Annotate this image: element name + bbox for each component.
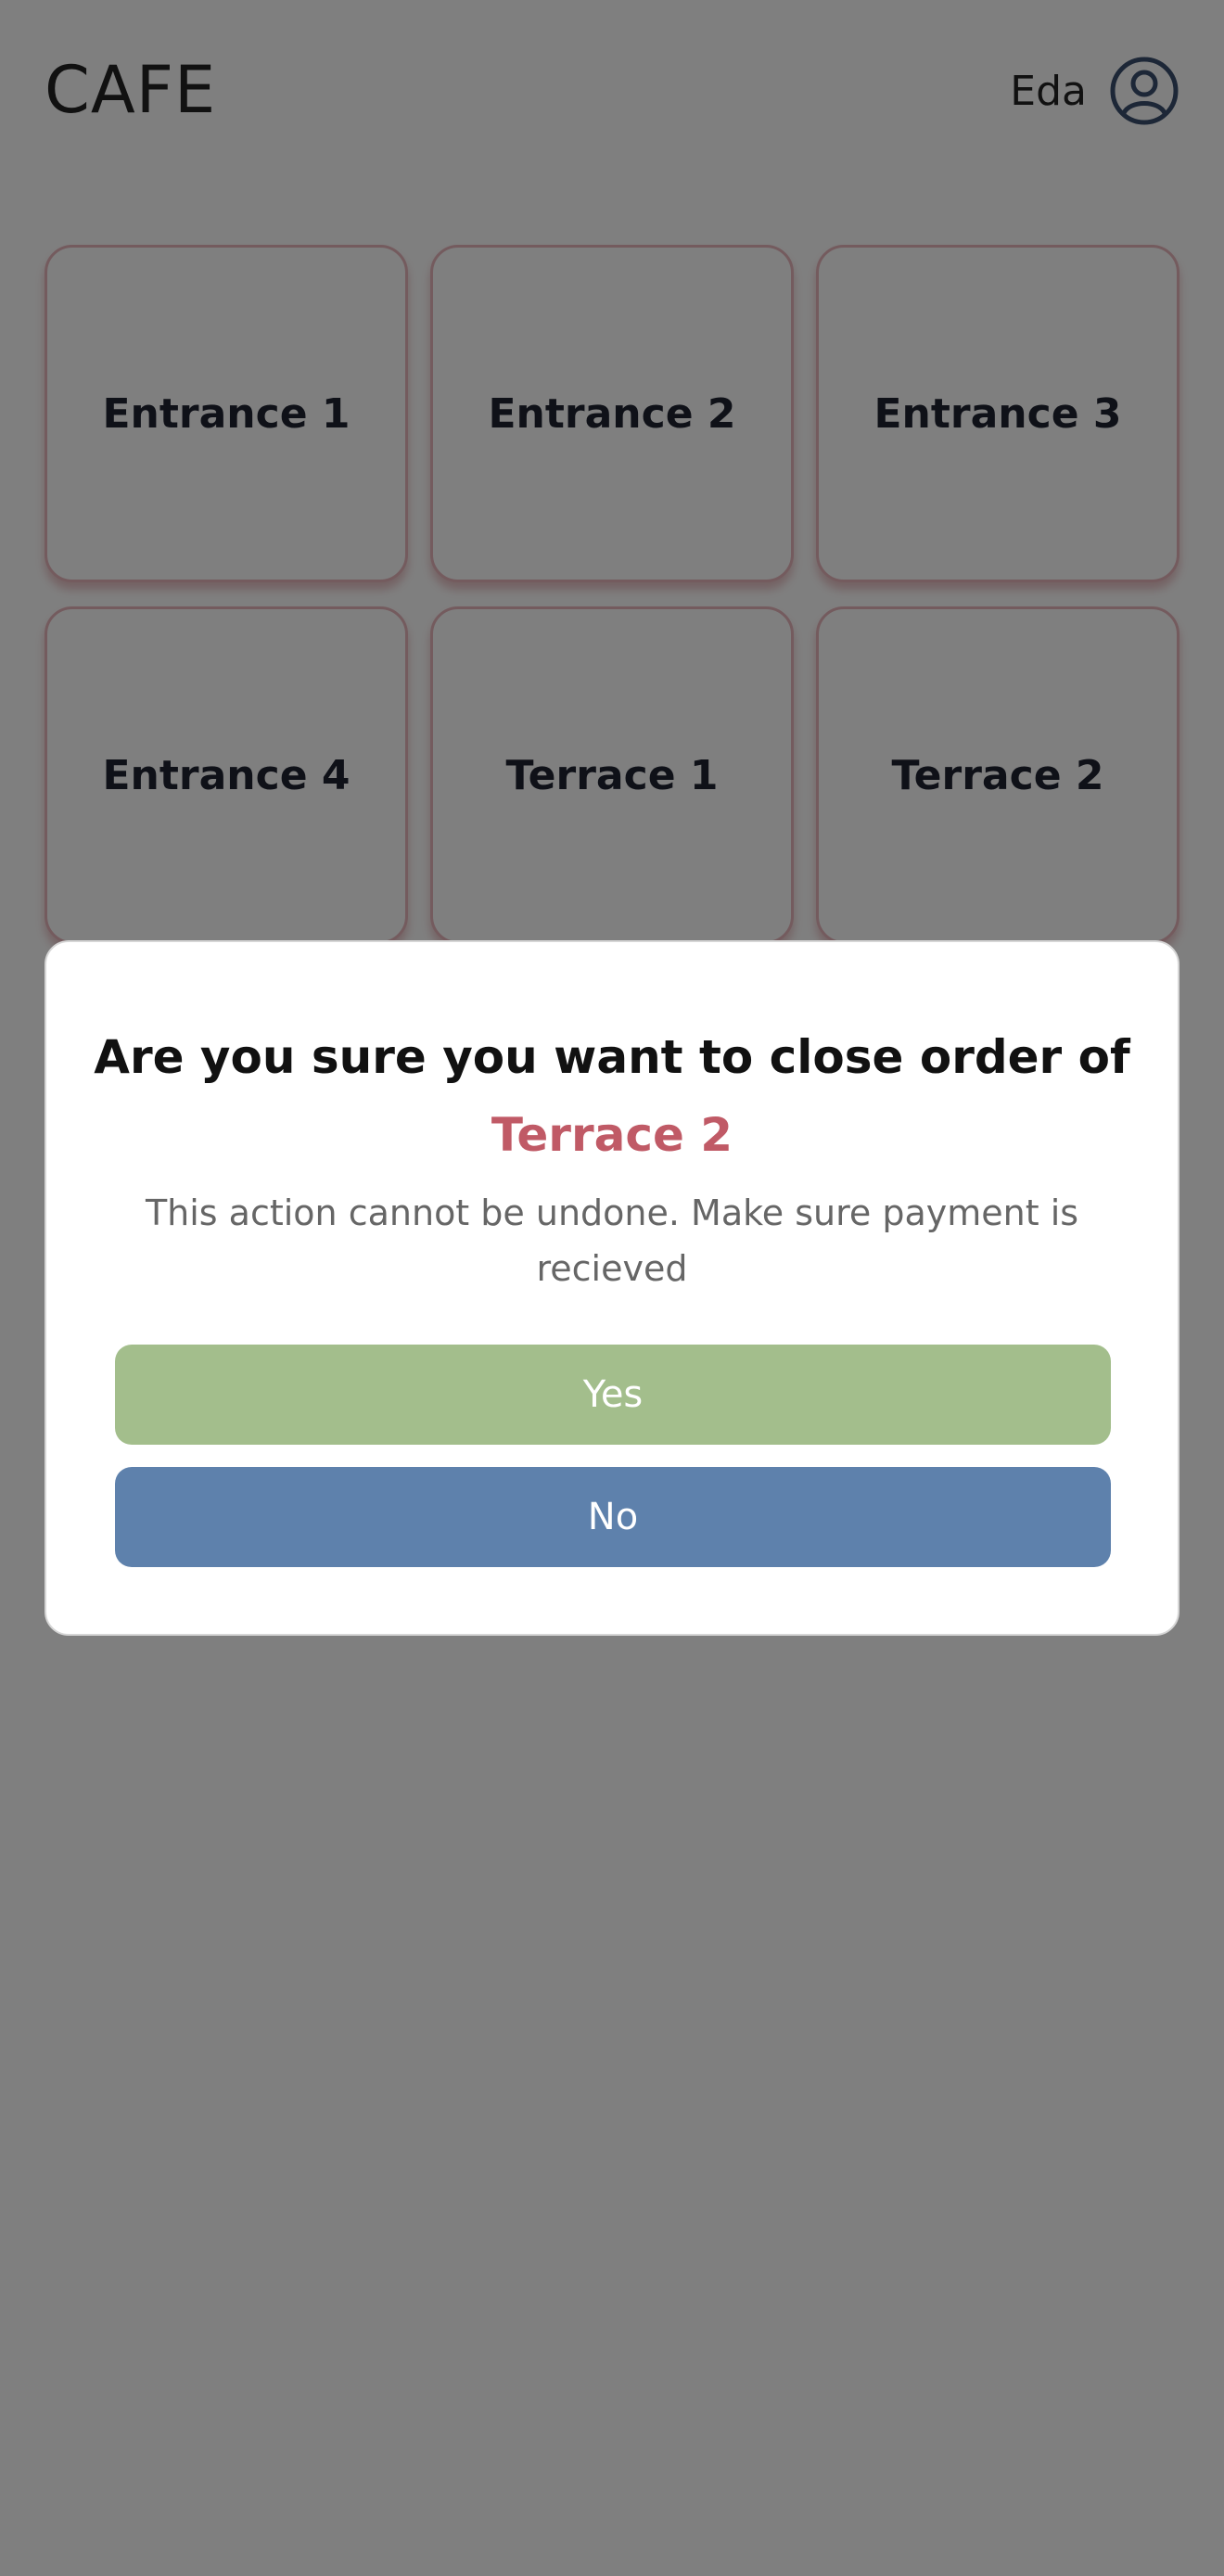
yes-button[interactable]: Yes: [115, 1345, 1111, 1445]
dialog-title: Are you sure you want to close order of …: [83, 1018, 1141, 1174]
no-button[interactable]: No: [115, 1467, 1111, 1567]
dialog-table-name: Terrace 2: [491, 1108, 733, 1162]
close-order-dialog: Are you sure you want to close order of …: [45, 940, 1179, 1636]
dialog-message: This action cannot be undone. Make sure …: [145, 1192, 1079, 1289]
dialog-question: Are you sure you want to close order of: [94, 1030, 1130, 1084]
